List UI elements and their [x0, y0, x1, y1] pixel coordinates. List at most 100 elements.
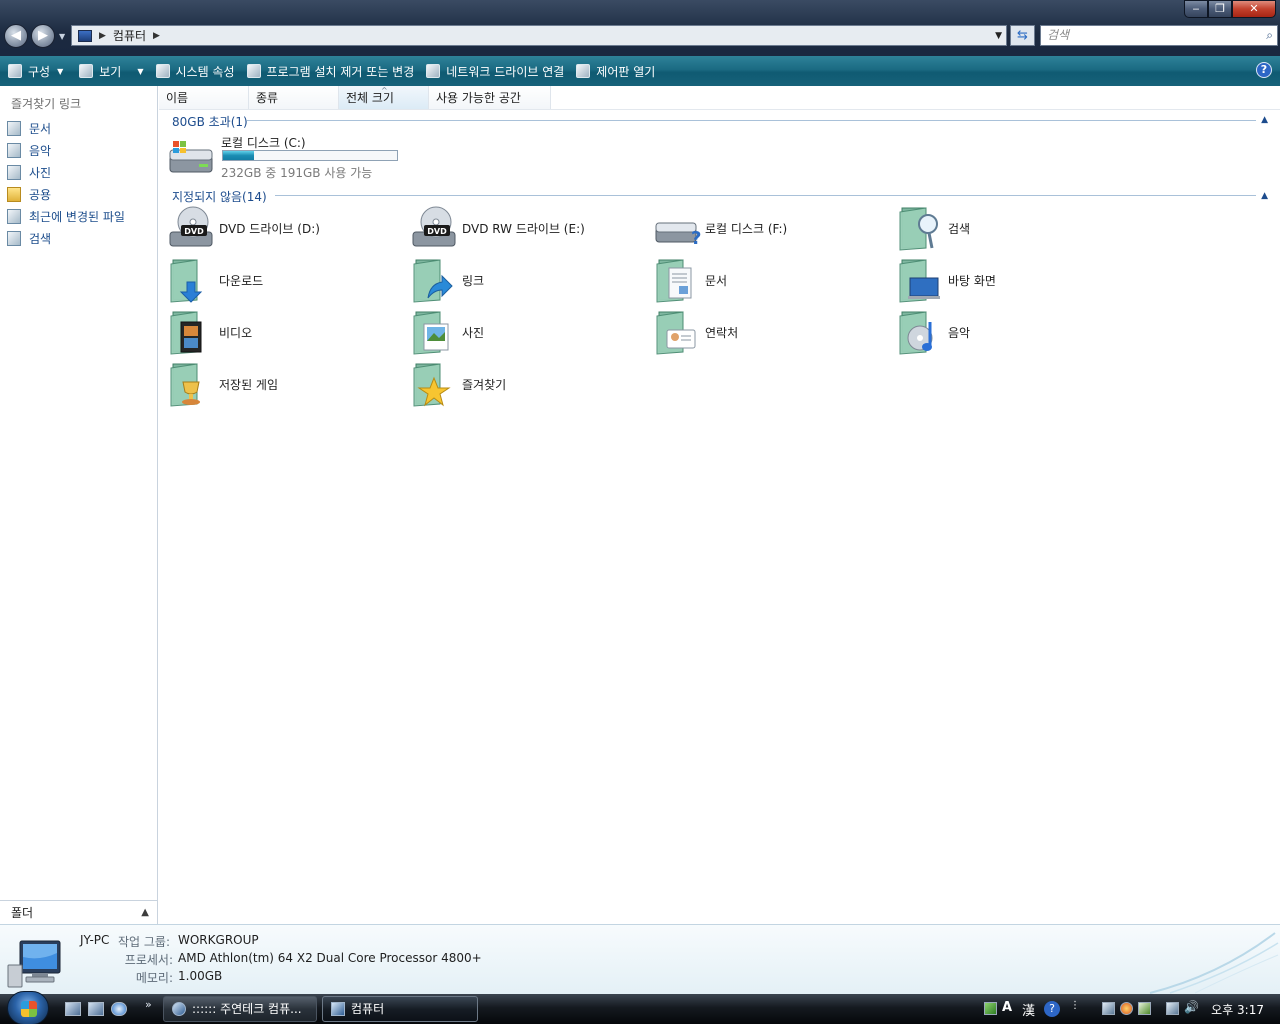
chevron-up-icon[interactable]: ▲ — [1261, 191, 1268, 201]
group-header-unspecified[interactable]: 지정되지 않음(14) — [172, 188, 267, 205]
help-icon[interactable]: ? — [1256, 62, 1272, 78]
map-network-drive-label: 네트워크 드라이브 연결 — [446, 64, 565, 79]
tile-dvd-drive[interactable]: DVD DVD 드라이브 (D:) — [167, 204, 407, 254]
sidebar-item-pictures[interactable]: 사진 — [7, 162, 51, 182]
switch-windows-icon[interactable] — [88, 1002, 104, 1016]
memory-value: 1.00GB — [178, 969, 223, 983]
taskbar-item-browser[interactable]: :::::: 주연테크 컴퓨... — [163, 996, 317, 1022]
sidebar-item-documents[interactable]: 문서 — [7, 118, 51, 138]
search-input[interactable]: 검색 ⌕ — [1040, 25, 1278, 46]
chevron-up-icon[interactable]: ▲ — [1261, 115, 1268, 125]
quicklaunch-more-icon[interactable]: » — [145, 998, 152, 1011]
tile-contacts-folder[interactable]: 연락처 — [653, 308, 893, 358]
links-folder-icon — [413, 259, 453, 303]
address-bar[interactable]: ▶ 컴퓨터 ▶ ▼ — [71, 25, 1007, 46]
column-header-name[interactable]: 이름 — [159, 86, 249, 109]
processor-label: 프로세서: — [124, 953, 173, 967]
search-placeholder: 검색 — [1047, 28, 1070, 42]
column-header-free-space[interactable]: 사용 가능한 공간 — [429, 86, 551, 109]
tile-label: 로컬 디스크 (F:) — [705, 222, 788, 236]
breadcrumb-separator[interactable]: ▶ — [99, 31, 106, 41]
tile-label: DVD 드라이브 (D:) — [219, 222, 320, 236]
breadcrumb-separator[interactable]: ▶ — [153, 31, 160, 41]
documents-icon — [7, 120, 21, 136]
column-header-type[interactable]: 종류 — [249, 86, 339, 109]
tile-links-folder[interactable]: 링크 — [410, 256, 650, 306]
tile-downloads-folder[interactable]: 다운로드 — [167, 256, 407, 306]
antivirus-icon[interactable] — [1102, 1002, 1115, 1015]
sidebar-item-music[interactable]: 음악 — [7, 140, 51, 160]
sidebar-item-public[interactable]: 공용 — [7, 184, 51, 204]
tile-label: DVD RW 드라이브 (E:) — [462, 222, 585, 236]
drive-c-free-space: 232GB 중 191GB 사용 가능 — [221, 166, 373, 180]
open-control-panel-button[interactable]: 제어판 열기 — [570, 56, 661, 86]
back-button[interactable]: ◀ — [4, 24, 28, 48]
tile-desktop-folder[interactable]: 바탕 화면 — [896, 256, 1136, 306]
tile-pictures-folder[interactable]: 사진 — [410, 308, 650, 358]
tile-label: 문서 — [705, 274, 728, 288]
tile-label: 음악 — [948, 326, 971, 340]
desktop-folder-icon — [899, 259, 940, 303]
tile-label: 검색 — [948, 222, 971, 236]
folders-toggle[interactable]: 폴더 ▲ — [0, 900, 157, 924]
tile-search-folder[interactable]: 검색 — [896, 204, 1136, 254]
recent-pages-dropdown[interactable]: ▼ — [59, 32, 65, 41]
start-button[interactable] — [7, 991, 49, 1024]
sidebar-item-label: 공용 — [29, 187, 52, 202]
tile-favorites-folder[interactable]: 즐겨찾기 — [410, 360, 650, 410]
breadcrumb-computer[interactable]: 컴퓨터 — [113, 27, 146, 44]
tile-saved-games-folder[interactable]: 저장된 게임 — [167, 360, 407, 410]
hardware-icon[interactable] — [1138, 1002, 1151, 1015]
system-properties-label: 시스템 속성 — [175, 64, 235, 79]
recent-files-icon — [7, 208, 21, 224]
drive-c[interactable]: 로컬 디스크 (C:) 232GB 중 191GB 사용 가능 — [167, 134, 407, 182]
network-icon[interactable] — [1166, 1002, 1179, 1015]
address-dropdown-icon[interactable]: ▼ — [995, 31, 1002, 41]
taskbar-item-computer[interactable]: 컴퓨터 — [322, 996, 478, 1022]
details-pane: JY-PC 작업 그룹: WORKGROUP 프로세서: AMD Athlon(… — [0, 924, 1280, 994]
search-icon[interactable]: ⌕ — [1266, 26, 1273, 45]
tile-documents-folder[interactable]: 문서 — [653, 256, 893, 306]
sidebar-item-label: 음악 — [29, 143, 52, 158]
pictures-folder-icon — [413, 311, 449, 355]
tile-unknown-disk[interactable]: ? 로컬 디스크 (F:) — [653, 204, 893, 254]
hanja-icon[interactable]: 漢 — [1022, 1000, 1035, 1019]
refresh-button[interactable]: ⇆ — [1010, 25, 1035, 46]
ime-options-icon[interactable]: ⋮ — [1070, 1000, 1080, 1011]
group-header-large[interactable]: 80GB 초과(1) — [172, 113, 248, 130]
taskbar-item-label: 컴퓨터 — [351, 1002, 385, 1016]
clock[interactable]: 오후 3:17 — [1211, 1001, 1264, 1018]
sidebar-item-label: 검색 — [29, 231, 52, 246]
column-header-total-size[interactable]: 전체 크기 ^ — [339, 86, 429, 109]
maximize-button[interactable]: ❐ — [1208, 0, 1232, 18]
minimize-button[interactable]: ‒ — [1184, 0, 1208, 18]
system-properties-button[interactable]: 시스템 속성 — [150, 56, 241, 86]
hard-disk-icon — [169, 141, 213, 173]
close-button[interactable]: ✕ — [1232, 0, 1276, 18]
uninstall-program-button[interactable]: 프로그램 설치 제거 또는 변경 — [241, 56, 421, 86]
ime-help-icon[interactable]: ? — [1044, 1001, 1060, 1017]
memory-label: 메모리: — [135, 971, 173, 985]
sidebar-item-recent[interactable]: 최근에 변경된 파일 — [7, 206, 125, 226]
ime-bar-icon[interactable] — [984, 1002, 997, 1015]
tile-music-folder[interactable]: 음악 — [896, 308, 1136, 358]
navigation-pane: 즐겨찾기 링크 문서 음악 사진 공용 최근에 변경된 파일 검색 폴더 ▲ — [0, 86, 158, 924]
tile-dvd-rw-drive[interactable]: DVD DVD RW 드라이브 (E:) — [410, 204, 650, 254]
command-bar: 구성 ▼ 보기 ▼ 시스템 속성 프로그램 설치 제거 또는 변경 네트워크 드… — [0, 56, 1280, 86]
volume-icon[interactable]: 🔊 — [1184, 1000, 1199, 1014]
internet-explorer-icon[interactable] — [111, 1002, 127, 1016]
views-button[interactable]: 보기 ▼ — [69, 56, 149, 86]
downloads-folder-icon — [170, 259, 203, 303]
tile-videos-folder[interactable]: 비디오 — [167, 308, 407, 358]
organize-button[interactable]: 구성 ▼ — [0, 56, 69, 86]
show-desktop-icon[interactable] — [65, 1002, 81, 1016]
input-mode-icon[interactable]: A — [1002, 1000, 1012, 1015]
uninstall-program-label: 프로그램 설치 제거 또는 변경 — [266, 64, 415, 79]
forward-button[interactable]: ▶ — [31, 24, 55, 48]
update-icon[interactable] — [1120, 1002, 1133, 1015]
map-network-drive-button[interactable]: 네트워크 드라이브 연결 — [420, 56, 570, 86]
sidebar-item-search[interactable]: 검색 — [7, 228, 51, 248]
favorites-folder-icon — [413, 363, 451, 407]
saved-games-folder-icon — [170, 363, 200, 407]
internet-explorer-icon — [172, 1002, 186, 1016]
